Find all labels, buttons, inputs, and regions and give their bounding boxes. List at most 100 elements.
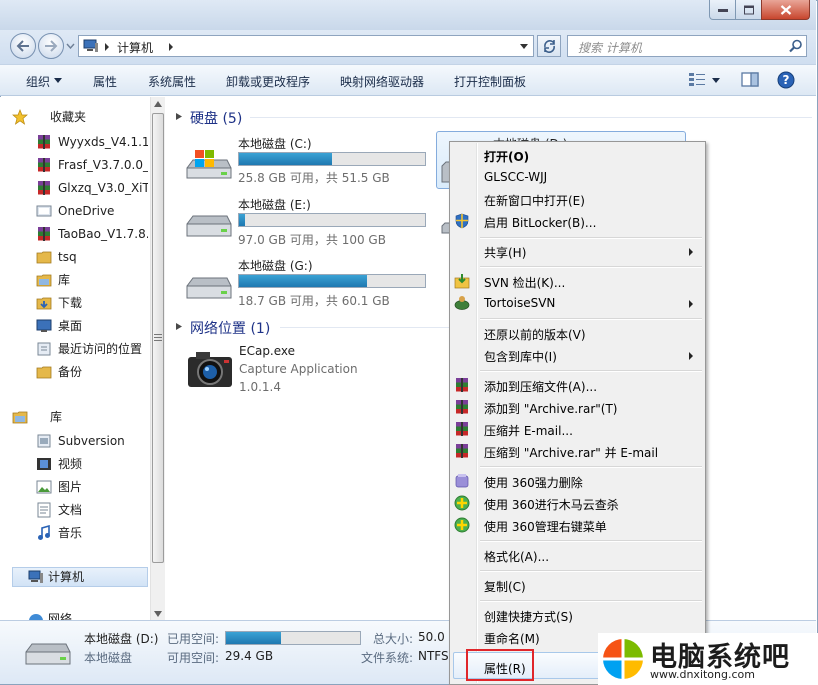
selected-drive-icon [25, 643, 71, 665]
menu-include-library[interactable]: 包含到库中(I) [484, 348, 557, 365]
menu-create-shortcut[interactable]: 创建快捷方式(S) [484, 608, 573, 625]
menu-tortoisesvn[interactable]: TortoiseSVN [484, 296, 555, 310]
menu-compress-rar-email[interactable]: 压缩到 "Archive.rar" 并 E-mail [484, 444, 658, 461]
music-icon [38, 525, 50, 540]
bitlocker-shield-icon [455, 213, 469, 229]
drive-g-name[interactable]: 本地磁盘 (G:) [238, 257, 313, 274]
menu-360-trojan-scan[interactable]: 使用 360进行木马云查杀 [484, 496, 619, 513]
sidebar-item-music[interactable]: 音乐 [58, 523, 82, 543]
sidebar-item-tsq[interactable]: tsq [58, 247, 148, 267]
submenu-arrow-icon [689, 248, 693, 256]
menu-bitlocker[interactable]: 启用 BitLocker(B)... [484, 214, 596, 231]
menu-copy[interactable]: 复制(C) [484, 578, 526, 595]
nav-library[interactable]: 库 [50, 407, 62, 427]
system-properties-button[interactable]: 系统属性 [148, 73, 196, 90]
menu-format[interactable]: 格式化(A)... [484, 548, 549, 565]
folder-icon [36, 251, 52, 264]
menu-add-rar[interactable]: 添加到 "Archive.rar"(T) [484, 400, 617, 417]
drive-e-name[interactable]: 本地磁盘 (E:) [238, 196, 311, 213]
breadcrumb-chevron-icon[interactable] [169, 43, 174, 51]
address-field[interactable]: 计算机 [78, 35, 534, 57]
menu-share[interactable]: 共享(H) [484, 244, 526, 261]
menu-open[interactable]: 打开(O) [484, 148, 529, 165]
organize-dropdown-icon[interactable] [54, 78, 62, 83]
address-dropdown-icon[interactable] [520, 44, 528, 49]
search-box[interactable]: 搜索 计算机 [567, 35, 807, 57]
sidebar-item-frasf[interactable]: Frasf_V3.7.0.0_X [58, 155, 148, 175]
nav-network[interactable]: 网络 [48, 609, 72, 620]
sidebar-item-recent[interactable]: 最近访问的位置 [58, 339, 148, 359]
drive-e-info: 97.0 GB 可用，共 100 GB [238, 233, 386, 247]
breadcrumb-computer[interactable]: 计算机 [117, 39, 153, 56]
nav-computer-label: 计算机 [48, 570, 85, 584]
open-control-panel-button[interactable]: 打开控制面板 [454, 73, 526, 90]
sidebar-item-documents[interactable]: 文档 [58, 500, 82, 520]
winrar-icon [456, 400, 468, 414]
forward-button[interactable] [38, 33, 64, 59]
sidebar-item-wyyxds[interactable]: Wyyxds_V4.1.1.1 [58, 132, 148, 152]
back-arrow-icon [16, 40, 29, 52]
sidebar-item-subversion[interactable]: Subversion [58, 431, 125, 451]
details-usage-fill [226, 632, 281, 644]
menu-360-manage-menu[interactable]: 使用 360管理右键菜单 [484, 518, 607, 535]
maximize-icon [743, 5, 754, 14]
winrar-icon [38, 135, 50, 149]
sidebar-item-onedrive[interactable]: OneDrive [58, 201, 148, 221]
drive-e-usage-fill [239, 214, 245, 226]
menu-restore-versions[interactable]: 还原以前的版本(V) [484, 326, 586, 343]
winrar-icon [456, 422, 468, 436]
preview-pane-icon[interactable] [741, 72, 759, 87]
close-button[interactable] [761, 0, 810, 20]
close-icon [780, 4, 791, 15]
search-icon[interactable] [789, 39, 803, 53]
nav-favorites[interactable]: 收藏夹 [50, 107, 86, 127]
menu-add-archive[interactable]: 添加到压缩文件(A)... [484, 378, 597, 395]
group-collapse-icon[interactable] [176, 113, 182, 120]
scroll-grip-icon [154, 334, 162, 341]
menu-separator [480, 600, 702, 602]
sidebar-item-glxzq[interactable]: Glxzq_V3.0_XiTo [58, 178, 148, 198]
recent-pages-chevron-icon[interactable] [66, 43, 75, 49]
minimize-button[interactable] [709, 0, 736, 20]
menu-svn-checkout[interactable]: SVN 检出(K)... [484, 274, 565, 291]
sidebar-item-library[interactable]: 库 [58, 270, 148, 290]
properties-button[interactable]: 属性 [93, 73, 117, 90]
sidebar-item-downloads[interactable]: 下载 [58, 293, 148, 313]
winrar-icon [38, 158, 50, 172]
menu-compress-email[interactable]: 压缩并 E-mail... [484, 422, 573, 439]
organize-button[interactable]: 组织 [26, 73, 50, 90]
view-dropdown-icon[interactable] [712, 78, 720, 83]
network-group-header[interactable]: 网络位置 (1) [190, 318, 270, 338]
map-network-drive-button[interactable]: 映射网络驱动器 [340, 73, 424, 90]
refresh-button[interactable] [537, 35, 561, 57]
sidebar-item-videos[interactable]: 视频 [58, 454, 82, 474]
menu-separator [480, 237, 702, 239]
360-scan-icon [454, 495, 470, 511]
camera-app-icon [188, 352, 232, 387]
group-collapse-icon[interactable] [176, 323, 182, 330]
sidebar-item-backup[interactable]: 备份 [58, 362, 148, 382]
menu-open-new-window[interactable]: 在新窗口中打开(E) [484, 192, 585, 209]
sidebar-item-desktop[interactable]: 桌面 [58, 316, 148, 336]
winrar-icon [38, 227, 50, 241]
scroll-up-icon[interactable] [154, 101, 162, 107]
back-button[interactable] [10, 33, 36, 59]
maximize-button[interactable] [735, 0, 762, 20]
drive-c-name[interactable]: 本地磁盘 (C:) [238, 135, 312, 152]
help-icon[interactable]: ? [777, 71, 795, 89]
menu-properties[interactable]: 属性(R) [484, 660, 526, 677]
sidebar-item-taobao[interactable]: TaoBao_V1.7.8. [58, 224, 148, 244]
app-name[interactable]: ECap.exe [239, 344, 295, 358]
details-drive-type: 本地磁盘 [84, 651, 133, 665]
menu-rename[interactable]: 重命名(M) [484, 630, 540, 647]
scroll-down-icon[interactable] [154, 611, 162, 617]
system-drive-icon [186, 150, 232, 179]
group-divider [280, 327, 450, 328]
uninstall-program-button[interactable]: 卸载或更改程序 [226, 73, 310, 90]
sidebar-item-pictures[interactable]: 图片 [58, 477, 82, 497]
menu-separator [480, 570, 702, 572]
change-view-icon[interactable] [688, 72, 706, 87]
hdd-group-header[interactable]: 硬盘 (5) [190, 108, 242, 128]
menu-360-force-delete[interactable]: 使用 360强力删除 [484, 474, 583, 491]
menu-glscc[interactable]: GLSCC-WJJ [484, 170, 547, 184]
